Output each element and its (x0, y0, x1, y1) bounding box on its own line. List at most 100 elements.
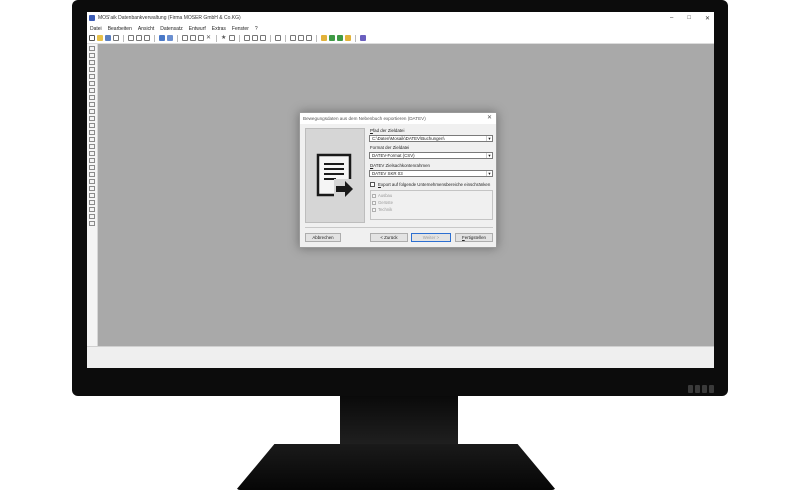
cut-icon[interactable] (182, 35, 188, 41)
main-toolbar: ✕ ★ (87, 33, 714, 44)
menu-ansicht[interactable]: Ansicht (138, 26, 154, 32)
save-icon[interactable] (105, 35, 111, 41)
tool-icon[interactable] (89, 60, 95, 65)
menu-help[interactable]: ? (255, 26, 258, 32)
tool-icon[interactable] (89, 109, 95, 114)
tool-icon[interactable] (89, 137, 95, 142)
new-icon[interactable] (89, 35, 95, 41)
tool-icon[interactable] (89, 200, 95, 205)
preview-icon[interactable] (128, 35, 134, 41)
tool-icon[interactable] (89, 67, 95, 72)
undo-icon[interactable] (244, 35, 250, 41)
menubar: Datei Bearbeiten Ansicht Datensatz Entwu… (87, 24, 714, 33)
menu-extras[interactable]: Extras (212, 26, 226, 32)
target-file-label: Pfad der Zieldatei (370, 128, 405, 133)
target-file-value: C:\Daten\Mosaik\DATEV\Buchungen\ (372, 136, 445, 141)
lock-icon[interactable] (321, 35, 327, 41)
paste-icon[interactable] (198, 35, 204, 41)
target-file-combo[interactable]: C:\Daten\Mosaik\DATEV\Buchungen\ ▼ (369, 135, 493, 142)
status-bar (87, 346, 714, 368)
list-item: Ausbau (372, 193, 392, 198)
bag-icon[interactable] (329, 35, 335, 41)
page-icon[interactable] (144, 35, 150, 41)
dialog-close-button[interactable]: ✕ (487, 113, 492, 124)
format-label: Format der Zieldatei (370, 145, 410, 150)
grid-icon[interactable] (298, 35, 304, 41)
tool-icon[interactable] (89, 81, 95, 86)
chart-of-accounts-combo[interactable]: DATEV SKR 03 ▼ (369, 170, 493, 177)
chevron-down-icon[interactable]: ▼ (486, 171, 492, 176)
format-combo[interactable]: DATEV-Format (CSV) ▼ (369, 152, 493, 159)
menu-bearbeiten[interactable]: Bearbeiten (108, 26, 132, 32)
menu-datei[interactable]: Datei (90, 26, 102, 32)
restrict-export-checkbox[interactable] (370, 182, 375, 187)
delete-icon[interactable]: ✕ (206, 35, 212, 41)
tool-icon[interactable] (89, 193, 95, 198)
tool-icon[interactable] (89, 102, 95, 107)
tool-icon[interactable] (89, 151, 95, 156)
print-icon[interactable] (113, 35, 119, 41)
list-item: Gerüste (372, 200, 393, 205)
table-icon[interactable] (290, 35, 296, 41)
tool-icon[interactable] (89, 53, 95, 58)
minimize-button[interactable]: – (670, 15, 673, 21)
toolbar-separator (285, 34, 286, 42)
toolbar-separator (270, 34, 271, 42)
cancel-button[interactable]: Abbrechen (305, 233, 341, 242)
finish-button[interactable]: Fertigstellen (455, 233, 493, 242)
tool-icon[interactable] (89, 123, 95, 128)
search-icon[interactable] (136, 35, 142, 41)
tool-icon[interactable] (89, 186, 95, 191)
menu-entwurf[interactable]: Entwurf (189, 26, 206, 32)
tool-icon[interactable] (89, 95, 95, 100)
binoculars-icon[interactable] (260, 35, 266, 41)
chart-icon[interactable] (306, 35, 312, 41)
tool-icon[interactable] (89, 46, 95, 51)
sort-icon[interactable] (275, 35, 281, 41)
filter-icon[interactable] (229, 35, 235, 41)
star-icon[interactable]: ★ (221, 35, 227, 41)
find-icon[interactable] (252, 35, 258, 41)
left-toolbar (87, 44, 98, 346)
money-icon[interactable] (337, 35, 343, 41)
window-title: MOS'aik Datenbankverwaltung (Firma MOSER… (98, 15, 241, 21)
tool-icon[interactable] (89, 116, 95, 121)
document-export-icon (316, 153, 354, 197)
database-icon[interactable] (159, 35, 165, 41)
tool-icon[interactable] (89, 214, 95, 219)
tool-icon[interactable] (89, 179, 95, 184)
department-checkbox[interactable] (372, 193, 376, 198)
tool-icon[interactable] (89, 221, 95, 226)
tool-icon[interactable] (89, 165, 95, 170)
open-folder-icon[interactable] (97, 35, 103, 41)
department-checkbox[interactable] (372, 207, 376, 212)
close-window-button[interactable]: ✕ (705, 15, 710, 22)
toolbar-separator (216, 34, 217, 42)
tool-icon[interactable] (89, 158, 95, 163)
menu-datensatz[interactable]: Datensatz (160, 26, 183, 32)
chart-of-accounts-label: DATEV Zielsachkontenrahmen (370, 163, 430, 168)
department-checkbox[interactable] (372, 200, 376, 205)
back-button[interactable]: < Zurück (370, 233, 408, 242)
dialog-title: Bewegungsdaten aus dem Nebenbuch exporti… (303, 116, 426, 121)
chevron-down-icon[interactable]: ▼ (486, 153, 492, 158)
tool-icon[interactable] (89, 172, 95, 177)
copy-icon[interactable] (190, 35, 196, 41)
tool-icon[interactable] (89, 207, 95, 212)
department-label: Ausbau (378, 193, 393, 198)
briefcase-icon[interactable] (345, 35, 351, 41)
department-list: Ausbau Gerüste Technik (370, 190, 493, 220)
tool-icon[interactable] (89, 88, 95, 93)
chevron-down-icon[interactable]: ▼ (486, 136, 492, 141)
maximize-button[interactable]: □ (687, 15, 691, 21)
menu-fenster[interactable]: Fenster (232, 26, 249, 32)
tool-icon[interactable] (89, 74, 95, 79)
tool-icon[interactable] (89, 130, 95, 135)
tool-icon[interactable] (89, 144, 95, 149)
dialog-divider (305, 227, 493, 228)
record-icon[interactable] (167, 35, 173, 41)
users-icon[interactable] (360, 35, 366, 41)
department-label: Gerüste (378, 200, 393, 205)
next-button[interactable]: Weiter > (411, 233, 451, 242)
restrict-export-label: Export auf folgende Unternehmensbereiche… (378, 182, 491, 187)
